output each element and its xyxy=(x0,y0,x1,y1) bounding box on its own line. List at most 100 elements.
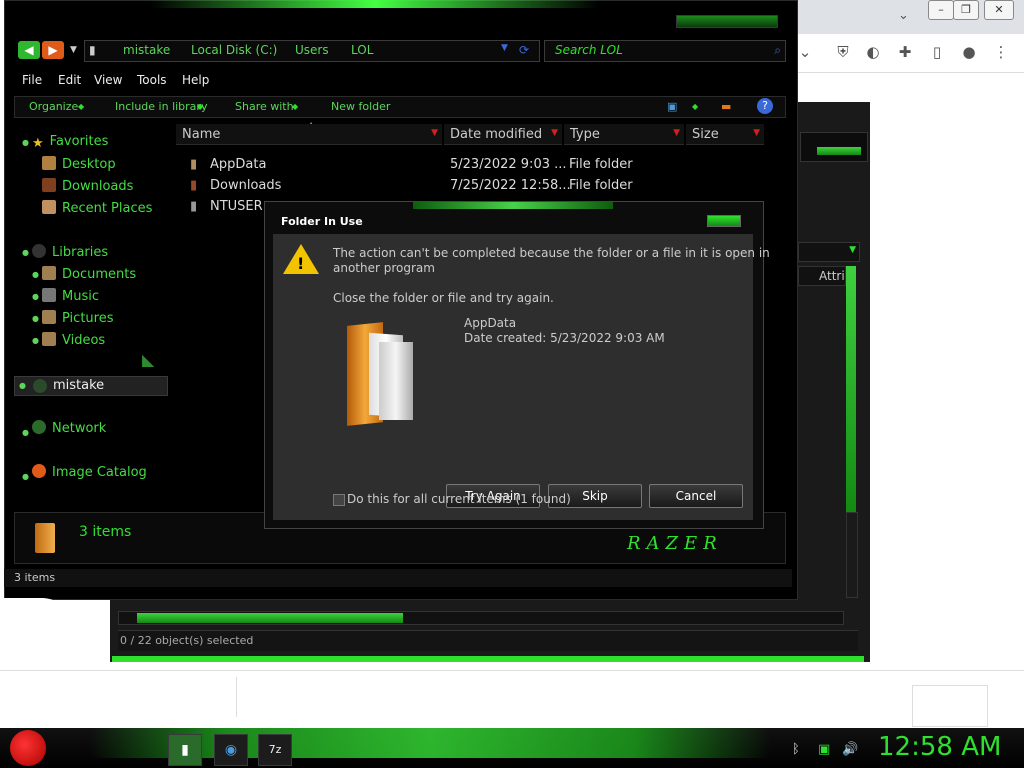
ublock-extension-icon[interactable]: ⛨ xyxy=(834,43,852,61)
column-size-label: Size xyxy=(692,127,719,142)
column-type[interactable]: Type ▼ xyxy=(564,124,684,145)
taskbar-7zip-icon[interactable]: 7z xyxy=(258,734,292,766)
search-box[interactable]: Search LOL ⌕ xyxy=(544,40,786,62)
tab-dropdown-icon[interactable]: ⌄ xyxy=(898,8,909,23)
recent-pages-icon[interactable]: ▼ xyxy=(70,45,77,55)
tray-battery-icon[interactable]: ▣ xyxy=(818,742,830,757)
background-vertical-scrollbar[interactable] xyxy=(846,266,856,512)
tray-volume-icon[interactable]: 🔊 xyxy=(842,742,858,757)
column-name-label: Name xyxy=(182,127,221,142)
file-type: File folder xyxy=(569,157,633,172)
menu-help[interactable]: Help xyxy=(182,73,209,87)
nav-favorites[interactable]: ★ Favorites xyxy=(32,134,109,151)
search-input[interactable]: Search LOL xyxy=(555,43,623,57)
background-column-header[interactable]: Attri xyxy=(798,266,846,286)
include-dropdown-icon[interactable]: ◆ xyxy=(197,102,203,111)
dialog-message-line1: The action can't be completed because th… xyxy=(333,246,770,260)
pictures-icon xyxy=(42,310,56,324)
column-size[interactable]: Size ▼ xyxy=(686,124,764,145)
breadcrumb-lol[interactable]: LOL xyxy=(351,43,373,57)
address-dropdown-icon[interactable]: ▼ xyxy=(501,43,508,53)
folder-image-icon xyxy=(339,320,429,430)
help-icon[interactable]: ? xyxy=(757,98,773,114)
window-controls[interactable] xyxy=(676,15,778,28)
view-options-icon[interactable]: ▣ xyxy=(667,100,677,113)
nav-documents[interactable]: Documents xyxy=(42,266,136,282)
desktop-fragment xyxy=(0,598,72,670)
new-folder-button[interactable]: New folder xyxy=(331,100,390,113)
documents-icon xyxy=(42,266,56,280)
nav-favorites-label: Favorites xyxy=(49,134,109,149)
nav-network[interactable]: Network xyxy=(32,420,106,436)
file-row[interactable]: ▮ Downloads 7/25/2022 12:58... File fold… xyxy=(190,176,650,196)
preview-pane-icon[interactable]: ▬ xyxy=(721,100,731,113)
file-date: 5/23/2022 9:03 ... xyxy=(450,157,567,172)
chrome-minimize-button[interactable]: – xyxy=(928,0,954,20)
nav-videos[interactable]: Videos xyxy=(42,332,105,348)
command-bar: Organize ◆ Include in library ◆ Share wi… xyxy=(14,96,786,118)
menu-view[interactable]: View xyxy=(94,73,122,87)
breadcrumb-local-disk[interactable]: Local Disk (C:) xyxy=(191,43,277,57)
tray-bluetooth-icon[interactable]: ᛒ xyxy=(792,742,800,757)
background-horizontal-scrollbar[interactable] xyxy=(118,611,844,625)
file-row[interactable]: ▮ AppData 5/23/2022 9:03 ... File folder xyxy=(190,155,650,175)
nav-network-label: Network xyxy=(52,421,107,436)
nav-desktop-label: Desktop xyxy=(62,157,116,172)
include-in-library-button[interactable]: Include in library xyxy=(115,100,207,113)
column-name[interactable]: Name ▼ xyxy=(176,124,442,145)
background-status-bar: 0 / 22 object(s) selected xyxy=(118,630,858,651)
column-size-dropdown-icon[interactable]: ▼ xyxy=(753,128,760,138)
back-arrow-icon[interactable]: ◀ xyxy=(18,41,40,59)
star-icon: ★ xyxy=(32,136,44,151)
menu-file[interactable]: File xyxy=(22,73,42,87)
taskbar-explorer-icon[interactable]: ▮ xyxy=(168,734,202,766)
dialog-close-button[interactable] xyxy=(707,215,741,227)
menu-edit[interactable]: Edit xyxy=(58,73,81,87)
apply-to-all-checkbox[interactable] xyxy=(333,494,345,506)
breadcrumb-computer[interactable]: mistake xyxy=(123,43,170,57)
nav-computer-selected[interactable]: ● mistake xyxy=(14,376,168,396)
nav-music[interactable]: Music xyxy=(42,288,99,304)
side-panel-icon[interactable]: ▯ xyxy=(928,43,946,61)
nav-pictures[interactable]: Pictures xyxy=(42,310,113,326)
extension-icon[interactable]: ◐ xyxy=(864,43,882,61)
tab-search-icon[interactable]: ⌄ xyxy=(796,43,814,61)
column-date-modified[interactable]: Date modified ▼ xyxy=(444,124,562,145)
column-name-dropdown-icon[interactable]: ▼ xyxy=(431,128,438,138)
forward-arrow-icon[interactable]: ▶ xyxy=(42,41,64,59)
cancel-button[interactable]: Cancel xyxy=(649,484,743,508)
file-name: Downloads xyxy=(210,178,282,193)
profile-avatar-icon[interactable]: ● xyxy=(960,43,978,61)
background-dropdown[interactable]: ▼ xyxy=(798,242,860,262)
search-icon[interactable]: ⌕ xyxy=(774,43,781,58)
folder-in-use-dialog: Folder In Use ! The action can't be comp… xyxy=(264,201,770,529)
resize-handle-icon[interactable]: ◣ xyxy=(142,350,154,369)
taskbar-clock[interactable]: 12:58 AM xyxy=(878,732,1001,762)
nav-desktop[interactable]: Desktop xyxy=(42,156,116,172)
navigation-pane: ● ★ Favorites Desktop Downloads Recent Pl… xyxy=(14,124,170,512)
breadcrumb-users[interactable]: Users xyxy=(295,43,329,57)
view-dropdown-icon[interactable]: ◆ xyxy=(692,102,698,111)
taskbar-chrome-icon[interactable]: ◉ xyxy=(214,734,248,766)
extensions-puzzle-icon[interactable]: ✚ xyxy=(896,43,914,61)
folder-icon: ▮ xyxy=(190,157,198,172)
menu-tools[interactable]: Tools xyxy=(137,73,167,87)
organize-dropdown-icon[interactable]: ◆ xyxy=(78,102,84,111)
nav-downloads[interactable]: Downloads xyxy=(42,178,133,194)
address-bar[interactable]: ▮ mistake Local Disk (C:) Users LOL ▼ ⟳ xyxy=(84,40,540,62)
share-dropdown-icon[interactable]: ◆ xyxy=(292,102,298,111)
chrome-restore-button[interactable]: ❐ xyxy=(953,0,979,20)
share-with-button[interactable]: Share with xyxy=(235,100,294,113)
nav-image-catalog[interactable]: Image Catalog xyxy=(32,464,147,480)
computer-icon xyxy=(33,379,47,393)
column-type-dropdown-icon[interactable]: ▼ xyxy=(673,128,680,138)
nav-recent-places[interactable]: Recent Places xyxy=(42,200,152,216)
chrome-close-button[interactable]: ✕ xyxy=(984,0,1014,20)
start-button-icon[interactable] xyxy=(10,730,46,766)
videos-icon xyxy=(42,332,56,346)
organize-button[interactable]: Organize xyxy=(29,100,78,113)
chrome-menu-icon[interactable]: ⋮ xyxy=(992,43,1010,61)
refresh-icon[interactable]: ⟳ xyxy=(519,43,529,57)
column-date-dropdown-icon[interactable]: ▼ xyxy=(551,128,558,138)
nav-libraries[interactable]: Libraries xyxy=(32,244,108,260)
